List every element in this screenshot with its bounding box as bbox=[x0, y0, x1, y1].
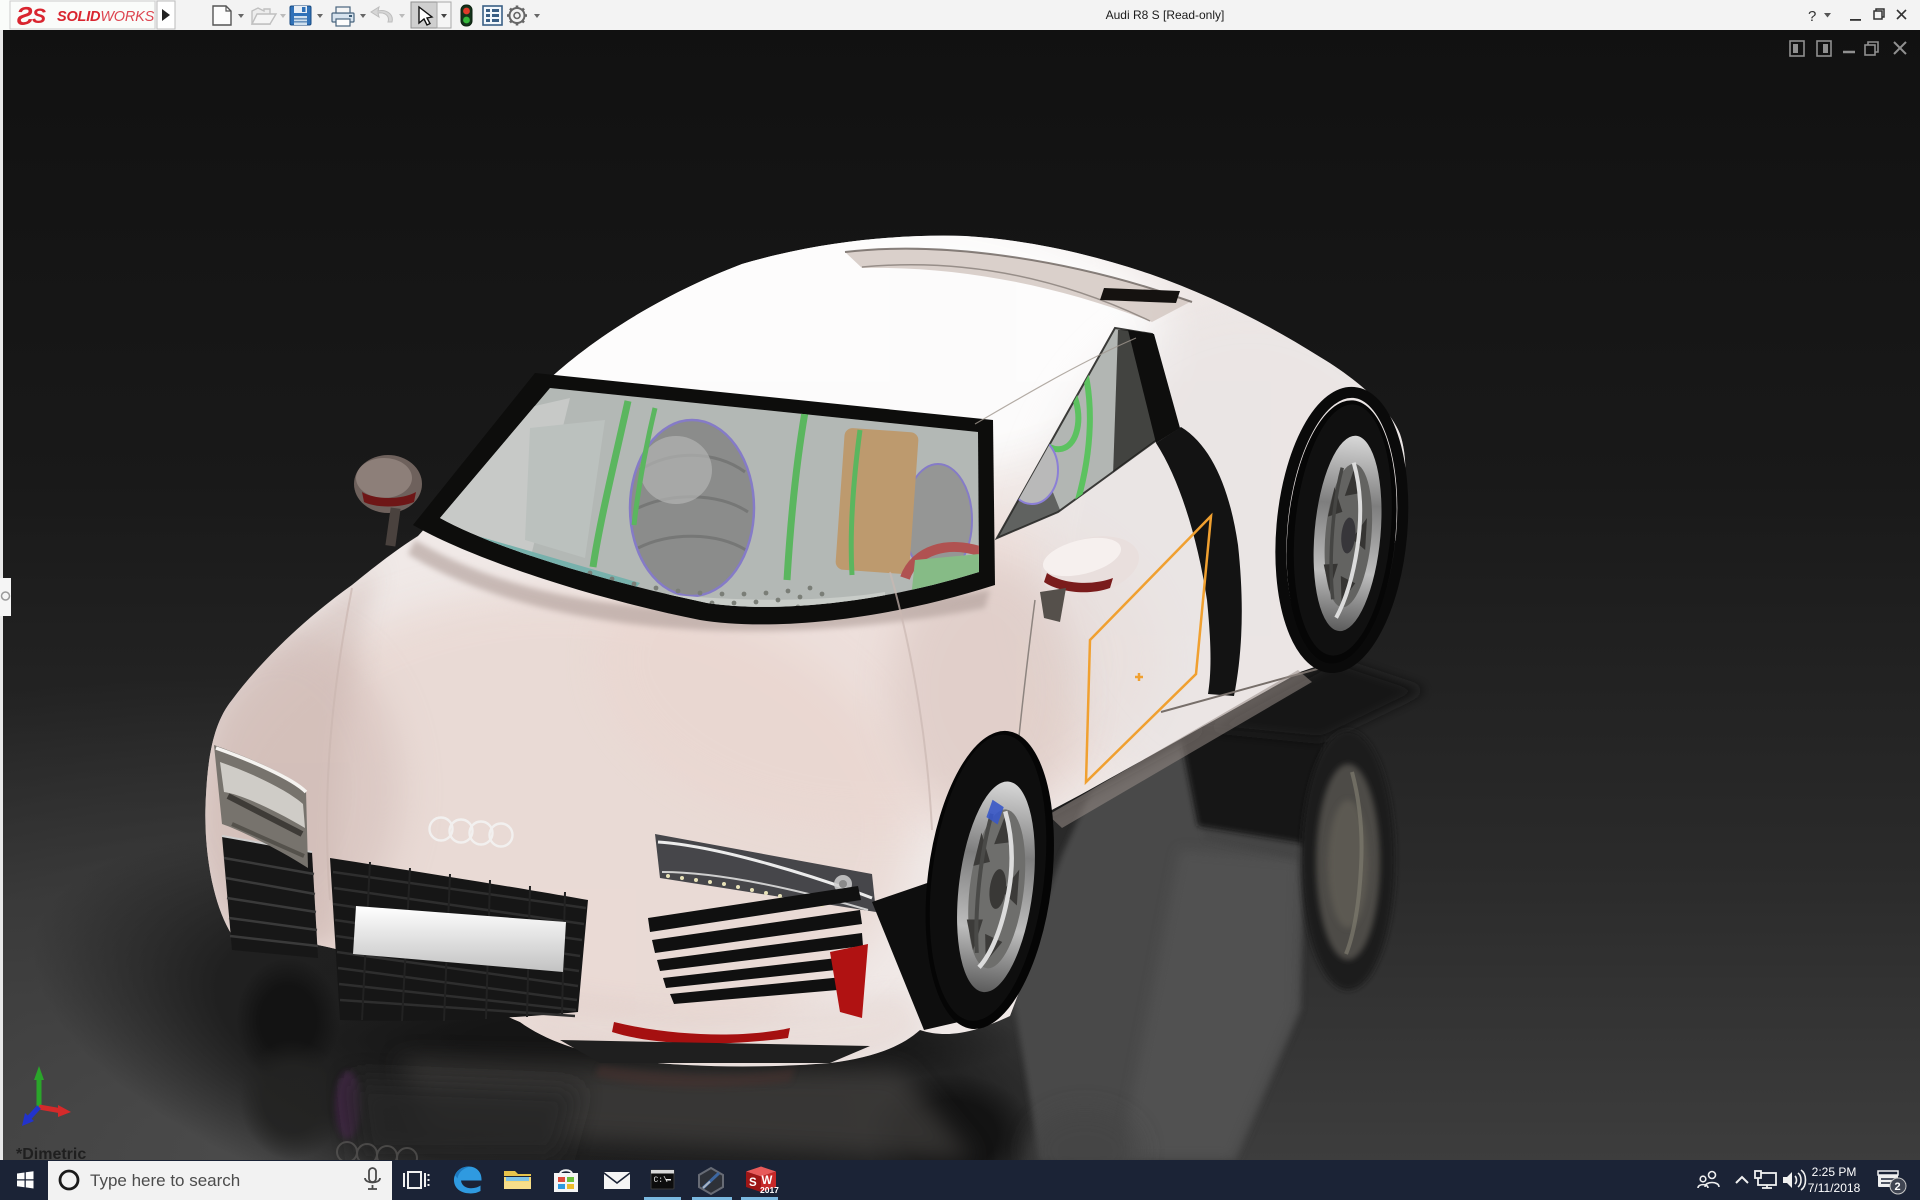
svg-text:Type here to search: Type here to search bbox=[90, 1171, 240, 1190]
svg-text:2017: 2017 bbox=[760, 1185, 779, 1195]
svg-text:?: ? bbox=[1808, 8, 1816, 25]
svg-text:SOLIDWORKS: SOLIDWORKS bbox=[57, 9, 155, 25]
svg-text:S: S bbox=[32, 5, 46, 28]
svg-text:2: 2 bbox=[1895, 1181, 1901, 1193]
svg-text:C:\: C:\ bbox=[654, 1176, 669, 1185]
svg-text:*Dimetric: *Dimetric bbox=[16, 1146, 86, 1160]
svg-text:S: S bbox=[749, 1177, 757, 1189]
